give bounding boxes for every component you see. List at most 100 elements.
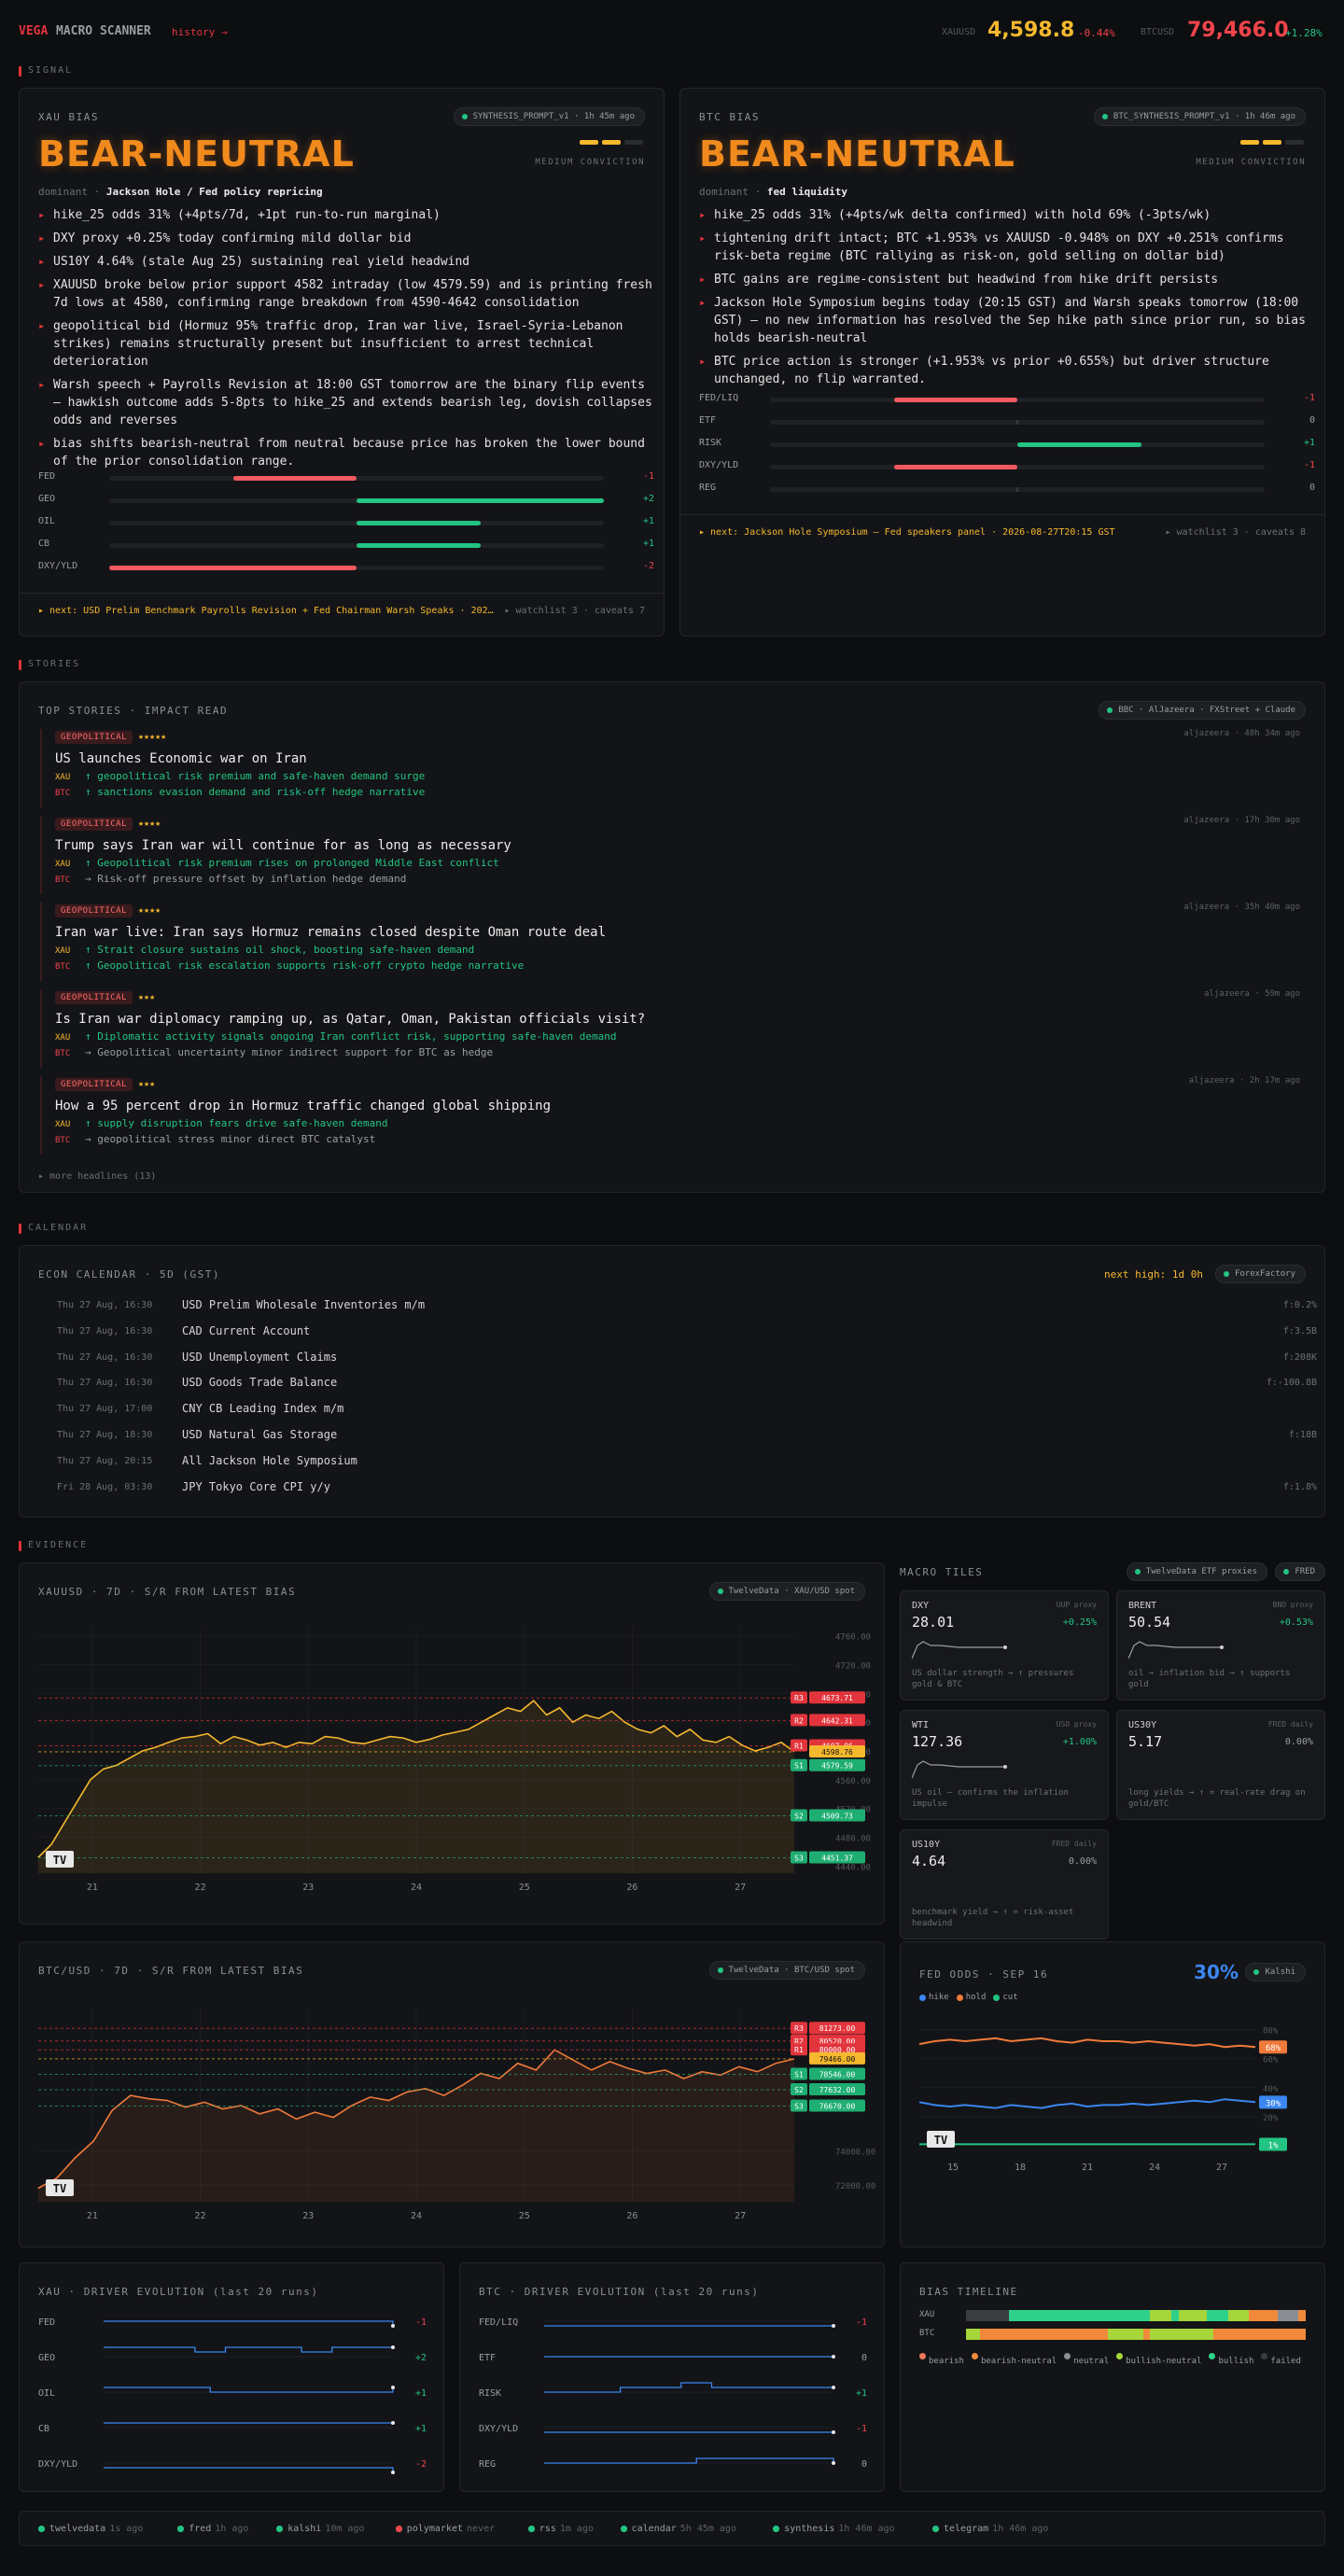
x-tick-label: 25 [519, 2211, 530, 2221]
footer-source-age: 1h 46m ago [992, 2524, 1049, 2534]
y-tick-label: 80% [1263, 2027, 1279, 2037]
history-link[interactable]: history → [172, 26, 228, 38]
calendar-event: USD Goods Trade Balance [182, 1376, 338, 1390]
calendar-row[interactable]: Thu 27 Aug, 20:15 All Jackson Hole Sympos… [57, 1454, 1317, 1473]
evo-step-line [104, 2346, 393, 2353]
fed-odds-chart[interactable]: 80% 60% 40% 20% 15 18 21 24 27 68% 30% 1% TV [901, 2006, 1326, 2239]
macro-tile-name: US30Y [1128, 1720, 1157, 1730]
driver-row: DXY/YLD -1 [699, 460, 1315, 473]
calendar-row[interactable]: Thu 27 Aug, 16:30 CAD Current Account f:3.… [57, 1324, 1317, 1343]
calendar-row[interactable]: Fri 28 Aug, 03:30 JPY Tokyo Core CPI y/y f… [57, 1480, 1317, 1499]
story-item[interactable]: GEOPOLITICAL ★★★★ aljazeera · 17h 30m ago T… [40, 816, 1309, 894]
xau-tag: XAU [55, 1120, 71, 1129]
calendar-event: USD Prelim Wholesale Inventories m/m [182, 1298, 426, 1311]
legend-dot [1209, 2353, 1216, 2359]
x-tick-label: 24 [411, 1883, 422, 1893]
evo-row-label: GEO [38, 2353, 55, 2363]
footer-status-item: rss 1m ago [527, 2524, 594, 2534]
story-source: aljazeera · 17h 30m ago [1183, 816, 1300, 825]
logo-text: TV [934, 2134, 947, 2147]
driver-row: OIL +1 [38, 516, 654, 529]
story-headline: Is Iran war diplomacy ramping up, as Qat… [55, 1012, 646, 1027]
story-xau-text: ↑ Diplomatic activity signals ongoing Ir… [85, 1030, 617, 1043]
timeline-btc-strip[interactable] [966, 2329, 1307, 2340]
btc-ticker-label: BTCUSD [1141, 27, 1175, 37]
calendar-row[interactable]: Thu 27 Aug, 16:30 USD Goods Trade Balance… [57, 1376, 1317, 1394]
driver-label: CB [38, 539, 50, 549]
sr-level-value: 4509.73 [821, 1813, 853, 1821]
story-tag: GEOPOLITICAL [55, 991, 133, 1004]
story-item[interactable]: GEOPOLITICAL ★★★ aljazeera · 59m ago Is Ira… [40, 989, 1309, 1068]
xau-bias-label: BEAR-NEUTRAL [38, 133, 355, 175]
macro-tile-name: DXY [912, 1601, 930, 1611]
legend-dot [1116, 2353, 1124, 2359]
macro-tile[interactable]: US30Y FRED daily 5.17 0.00% long yields → ↑ … [1116, 1710, 1325, 1820]
section-calendar: CALENDAR [19, 1223, 88, 1234]
calendar-row[interactable]: Thu 27 Aug, 16:30 USD Prelim Wholesale In… [57, 1298, 1317, 1317]
footer-source-name: rss [539, 2524, 556, 2534]
macro-tile[interactable]: US10Y FRED daily 4.64 0.00% benchmark yield … [900, 1829, 1109, 1939]
legend-dot [919, 1995, 926, 2001]
btc-price-chart[interactable]: 21 22 23 24 25 26 27 74000.00 72000.00 R3 81273.00… [20, 1980, 886, 2241]
driver-row: ETF 0 [699, 415, 1315, 428]
btc-evolution-panel: BTC · DRIVER EVOLUTION (last 20 runs) FE… [459, 2262, 885, 2492]
driver-label: RISK [699, 438, 722, 448]
driver-track [109, 566, 604, 570]
macro-tile-desc: oil → inflation bid → ↑ supports gold [1128, 1669, 1291, 1689]
driver-value: +1 [1303, 438, 1315, 448]
btc-watchlist-toggle[interactable]: ▸ watchlist 3 · caveats 8 [1165, 527, 1306, 538]
xau-price-chart[interactable]: 212223242526274760.004720.004680.004640.… [20, 1601, 886, 1918]
logo-text: TV [53, 2182, 66, 2195]
driver-fill [232, 476, 357, 481]
macro-tile[interactable]: WTI USO proxy 127.36 +1.00% US oil — confirm… [900, 1710, 1109, 1820]
xau-bullet-list: hike_25 odds 31% (+4pts/7d, +1pt run-to-… [38, 206, 654, 476]
bias-bullet: hike_25 odds 31% (+4pts/7d, +1pt run-to-… [38, 206, 654, 224]
story-item[interactable]: GEOPOLITICAL ★★★ aljazeera · 2h 17m ago How… [40, 1076, 1309, 1155]
macro-tile-source: BNO proxy [1272, 1601, 1313, 1609]
calendar-panel: ECON CALENDAR · 5D (GST) next high: 1d 0… [19, 1245, 1325, 1518]
story-impact-stars: ★★★ [138, 992, 156, 1002]
xau-tag: XAU [55, 773, 71, 782]
driver-row: FED/LIQ -1 [699, 393, 1315, 406]
sr-level-tag-label: S2 [794, 1813, 804, 1821]
calendar-row[interactable]: Thu 27 Aug, 18:30 USD Natural Gas Storage… [57, 1428, 1317, 1447]
evo-step-line [544, 2457, 834, 2464]
story-item[interactable]: GEOPOLITICAL ★★★★★ aljazeera · 40h 34m ago… [40, 729, 1309, 807]
evo-end-dot [832, 2386, 835, 2389]
x-tick-label: 24 [1149, 2163, 1160, 2173]
story-btc-text: → Geopolitical uncertainty minor indirec… [85, 1046, 494, 1058]
footer-status-dot [527, 2526, 535, 2532]
sr-level-tag-label: S1 [794, 2071, 804, 2079]
brand-title: MACRO SCANNER [56, 24, 151, 38]
sr-level-tag-label: S3 [794, 2102, 804, 2110]
y-tick-label: 40% [1263, 2085, 1279, 2094]
macro-tile[interactable]: BRENT BNO proxy 50.54 +0.53% oil → inflation… [1116, 1590, 1325, 1701]
story-item[interactable]: GEOPOLITICAL ★★★★ aljazeera · 35h 40m ago I… [40, 903, 1309, 981]
story-tag: GEOPOLITICAL [55, 904, 133, 917]
evo-row-value: +1 [415, 2388, 427, 2399]
tradingview-logo: TV [927, 2131, 955, 2148]
macro-tile-source: UUP proxy [1056, 1601, 1097, 1609]
more-headlines-toggle[interactable]: ▸ more headlines (13) [38, 1171, 156, 1182]
driver-fill [357, 521, 481, 525]
macro-tile[interactable]: DXY UUP proxy 28.01 +0.25% US dollar strengt… [900, 1590, 1109, 1701]
xau-watchlist-toggle[interactable]: ▸ watchlist 3 · caveats 7 [504, 606, 645, 616]
odds-end-label: 30% [1266, 2099, 1281, 2108]
driver-label: ETF [699, 415, 717, 426]
y-tick-label: 4560.00 [835, 1777, 871, 1786]
footer-status-dot [620, 2526, 627, 2532]
btc-next-event[interactable]: ▸ next: Jackson Hole Symposium — Fed spe… [699, 527, 1115, 538]
macro-tile-change: 0.00% [1284, 1737, 1313, 1747]
story-headline: How a 95 percent drop in Hormuz traffic … [55, 1099, 552, 1113]
driver-value: +1 [642, 539, 654, 549]
story-btc-impact: BTC → geopolitical stress minor direct BT… [55, 1133, 1309, 1145]
calendar-row[interactable]: Thu 27 Aug, 16:30 USD Unemployment Claims… [57, 1351, 1317, 1369]
macro-sparkline [912, 1641, 1007, 1659]
timeline-xau-strip[interactable] [966, 2310, 1307, 2321]
xau-next-event[interactable]: ▸ next: USD Prelim Benchmark Payrolls Re… [38, 606, 505, 616]
calendar-date: Thu 27 Aug, 20:15 [57, 1455, 153, 1466]
calendar-row[interactable]: Thu 27 Aug, 17:00 CNY CB Leading Index m/… [57, 1402, 1317, 1421]
timeline-title: BIAS TIMELINE [919, 2286, 1018, 2298]
driver-track [109, 498, 604, 503]
sr-level-value: 79466.00 [819, 2055, 856, 2064]
